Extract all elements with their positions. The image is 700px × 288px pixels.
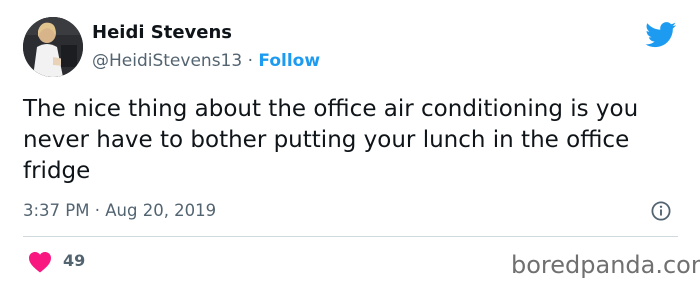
tweet-timestamp[interactable]: 3:37 PM · Aug 20, 2019 xyxy=(23,201,216,220)
watermark: boredpanda.com xyxy=(511,251,700,279)
handle-separator: · xyxy=(247,51,253,71)
twitter-bird-icon[interactable] xyxy=(645,22,677,48)
author-name[interactable]: Heidi Stevens xyxy=(92,22,232,43)
tweet-time: 3:37 PM xyxy=(23,201,90,220)
info-icon[interactable] xyxy=(651,201,671,221)
tweet-text: The nice thing about the office air cond… xyxy=(23,96,639,184)
avatar-photo xyxy=(23,17,83,77)
author-handle[interactable]: @HeidiStevens13 xyxy=(92,51,242,71)
heart-icon[interactable] xyxy=(28,251,52,273)
like-count[interactable]: 49 xyxy=(63,251,85,270)
tweet-date: Aug 20, 2019 xyxy=(105,201,217,220)
follow-button[interactable]: Follow xyxy=(258,51,320,71)
avatar[interactable] xyxy=(23,17,83,77)
divider xyxy=(23,236,678,237)
timestamp-separator: · xyxy=(94,201,100,220)
author-handle-line: @HeidiStevens13 · Follow xyxy=(92,51,320,71)
